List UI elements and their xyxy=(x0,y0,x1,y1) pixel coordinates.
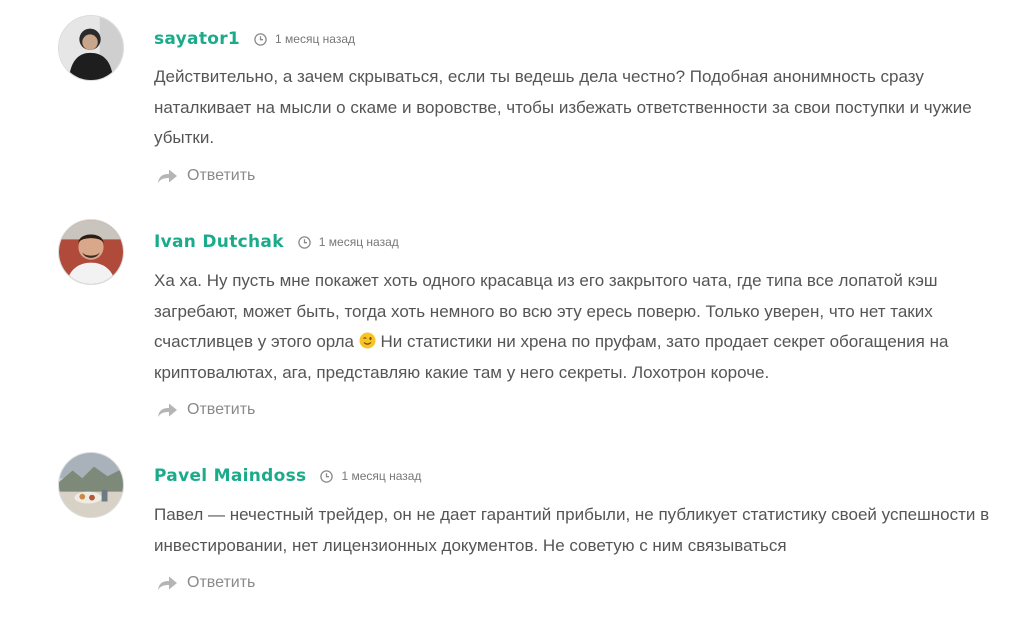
comment-text: Павел — нечестный трейдер, он не дает га… xyxy=(154,505,990,555)
comment-text: Ха ха. Ну пусть мне покажет хоть одного … xyxy=(154,266,994,388)
reply-button[interactable]: Ответить xyxy=(156,572,255,594)
comment-meta: Ivan Dutchak 1 месяц назад xyxy=(154,230,399,254)
reply-button[interactable]: Ответить xyxy=(156,165,255,187)
reply-arrow-icon xyxy=(156,575,178,591)
reply-arrow-icon xyxy=(156,168,178,184)
comment-time[interactable]: 1 месяц назад xyxy=(319,235,399,249)
reply-label: Ответить xyxy=(187,574,256,591)
winking-face-icon xyxy=(359,329,376,349)
author-name[interactable]: Ivan Dutchak xyxy=(154,232,284,252)
clock-icon xyxy=(254,32,267,46)
author-name[interactable]: Pavel Maindoss xyxy=(154,466,306,486)
avatar[interactable] xyxy=(58,15,124,81)
reply-label: Ответить xyxy=(187,401,256,418)
comment-meta: sayator1 1 месяц назад xyxy=(154,27,355,51)
comment-text: Действительно, а зачем скрываться, если … xyxy=(154,67,972,147)
avatar[interactable] xyxy=(58,219,124,285)
reply-button[interactable]: Ответить xyxy=(156,399,255,421)
comment-time[interactable]: 1 месяц назад xyxy=(275,32,355,46)
reply-arrow-icon xyxy=(156,402,178,418)
reply-label: Ответить xyxy=(187,167,256,184)
author-name[interactable]: sayator1 xyxy=(154,29,240,49)
clock-icon xyxy=(298,235,311,249)
avatar[interactable] xyxy=(58,452,124,518)
comment-meta: Pavel Maindoss 1 месяц назад xyxy=(154,464,421,488)
comment-time[interactable]: 1 месяц назад xyxy=(341,469,421,483)
clock-icon xyxy=(320,469,334,483)
